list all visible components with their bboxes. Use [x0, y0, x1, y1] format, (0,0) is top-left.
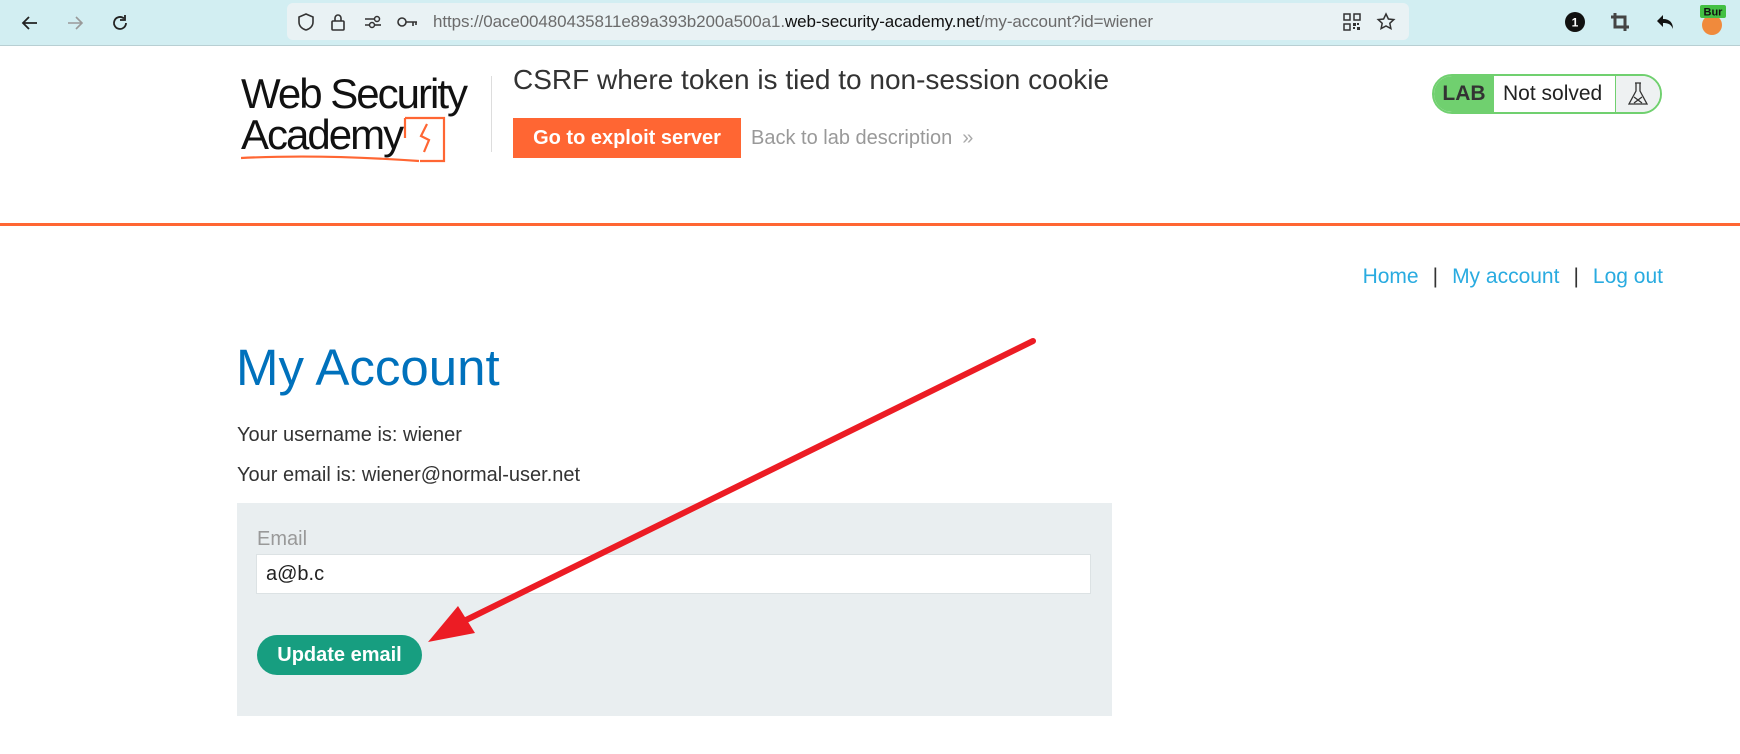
forward-icon	[68, 16, 84, 30]
crop-icon	[1611, 13, 1629, 31]
bookmark-star-icon[interactable]	[1375, 12, 1397, 32]
back-icon	[21, 16, 37, 30]
extension-badge-button[interactable]: 1	[1562, 9, 1588, 35]
shield-icon[interactable]	[295, 12, 317, 32]
email-label: Email	[257, 528, 308, 550]
flask-icon	[1616, 76, 1660, 112]
lab-badge-label: LAB	[1434, 76, 1494, 112]
back-button[interactable]	[15, 8, 45, 38]
nav-separator: |	[1573, 265, 1579, 288]
permissions-icon[interactable]	[362, 12, 384, 32]
browser-toolbar: https://0ace00480435811e89a393b200a500a1…	[0, 0, 1740, 46]
lab-status-text: Not solved	[1494, 76, 1616, 112]
undo-button[interactable]	[1652, 9, 1678, 35]
email-info: Your email is: wiener@normal-user.net	[237, 464, 581, 486]
reload-icon	[113, 15, 127, 30]
key-icon[interactable]	[397, 12, 419, 32]
lab-status-badge: LAB Not solved	[1432, 74, 1662, 114]
extension-badge-count: 1	[1572, 16, 1579, 30]
url-prefix: https://0ace00480435811e89a393b200a500a1…	[433, 12, 785, 31]
email-input[interactable]	[256, 554, 1091, 594]
qr-code-icon[interactable]	[1341, 12, 1363, 32]
account-nav: Home | My account | Log out	[1363, 265, 1663, 289]
undo-icon	[1657, 15, 1673, 29]
double-chevron-right-icon: »	[962, 127, 974, 149]
nav-separator: |	[1432, 265, 1439, 288]
web-security-academy-logo[interactable]: Web Security Academy	[241, 70, 491, 165]
back-to-lab-description-link[interactable]: Back to lab description »	[751, 127, 973, 150]
nav-my-account-link[interactable]: My account	[1452, 265, 1559, 288]
lab-title: CSRF where token is tied to non-session …	[513, 64, 1110, 95]
lock-icon[interactable]	[327, 12, 349, 32]
address-bar[interactable]: https://0ace00480435811e89a393b200a500a1…	[287, 3, 1409, 40]
update-email-button[interactable]: Update email	[257, 635, 422, 675]
reload-button[interactable]	[105, 8, 135, 38]
go-to-exploit-server-button[interactable]: Go to exploit server	[513, 118, 741, 158]
username-info: Your username is: wiener	[237, 424, 462, 446]
nav-home-link[interactable]: Home	[1363, 265, 1419, 288]
header-orange-rule	[0, 223, 1740, 226]
page-title: My Account	[236, 339, 500, 396]
url-text[interactable]: https://0ace00480435811e89a393b200a500a1…	[433, 12, 1153, 32]
url-host: web-security-academy.net	[784, 12, 980, 31]
header-divider	[491, 76, 492, 152]
url-path: /my-account?id=wiener	[979, 12, 1153, 31]
nav-log-out-link[interactable]: Log out	[1593, 265, 1663, 288]
change-email-form: Email Update email	[237, 503, 1112, 716]
back-link-label: Back to lab description	[751, 127, 953, 149]
forward-button[interactable]	[60, 8, 90, 38]
burp-extension-label: Bur	[1704, 7, 1724, 19]
burp-extension-icon: Bur	[1700, 5, 1726, 35]
logo-lightning-icon	[241, 116, 446, 163]
crop-button[interactable]	[1607, 9, 1633, 35]
burp-extension-button[interactable]: Bur	[1697, 3, 1727, 37]
extension-badge-icon: 1	[1565, 12, 1585, 32]
